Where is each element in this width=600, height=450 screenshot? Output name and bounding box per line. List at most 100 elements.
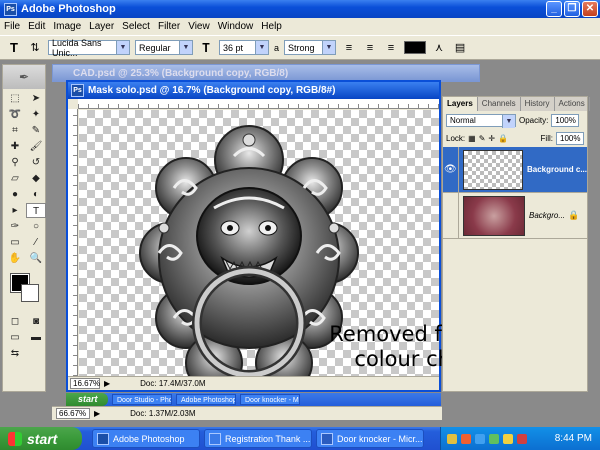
- restore-button[interactable]: ❐: [564, 1, 580, 17]
- align-left-icon[interactable]: ≡: [341, 40, 357, 56]
- nested-task-item[interactable]: Door Studio - Pho...: [112, 394, 172, 405]
- shape-tool-icon[interactable]: ○: [26, 219, 46, 234]
- taskbar-item-door-knocker[interactable]: Door knocker - Micr...: [316, 429, 424, 448]
- tab-channels[interactable]: Channels: [478, 97, 521, 111]
- horizontal-ruler[interactable]: [78, 99, 439, 109]
- text-color-swatch[interactable]: [404, 41, 427, 54]
- move-tool-icon[interactable]: ➤: [26, 91, 46, 106]
- chevron-down-icon: ▼: [255, 41, 268, 54]
- tray-icon[interactable]: [489, 433, 499, 444]
- eraser-tool-icon[interactable]: ▱: [5, 171, 25, 186]
- tray-icon[interactable]: [503, 433, 513, 444]
- status-arrow-icon[interactable]: ▶: [94, 409, 100, 418]
- tab-layers[interactable]: Layers: [443, 97, 478, 111]
- layer-row[interactable]: 👁 Background c...: [443, 146, 587, 193]
- type-tool-icon[interactable]: T: [26, 203, 46, 218]
- lock-image-icon[interactable]: ✎: [479, 134, 486, 143]
- standard-mode-icon[interactable]: ◻: [5, 314, 25, 329]
- history-brush-icon[interactable]: ↺: [26, 155, 46, 170]
- outer-zoom-field[interactable]: 66.67%: [56, 408, 90, 419]
- clone-stamp-icon[interactable]: ⚲: [5, 155, 25, 170]
- chevron-down-icon: ▼: [179, 41, 192, 54]
- menu-image[interactable]: Image: [53, 21, 81, 32]
- toolbox: ✒ ⬚ ➤ ➰ ✦ ⌗ ✎ ✚ 🖌 ⚲ ↺ ▱ ◆ ● ◐ ▸ T ✑ ○ ▭ …: [2, 64, 46, 392]
- clock[interactable]: 8:44 PM: [555, 433, 600, 444]
- eyedropper-icon[interactable]: ⁄: [26, 235, 46, 250]
- fill-field[interactable]: 100%: [556, 131, 584, 145]
- paint-bucket-icon[interactable]: ◆: [26, 171, 46, 186]
- tray-icon[interactable]: [447, 433, 457, 444]
- opacity-label: Opacity:: [519, 115, 549, 125]
- warp-text-icon[interactable]: ⋏: [431, 40, 447, 56]
- menu-edit[interactable]: Edit: [28, 21, 45, 32]
- layer-thumbnail: [463, 195, 525, 236]
- tab-history[interactable]: History: [521, 97, 555, 111]
- eye-icon[interactable]: 👁: [443, 146, 459, 193]
- opacity-value: 100%: [555, 115, 576, 125]
- menu-filter[interactable]: Filter: [158, 21, 180, 32]
- lock-transparent-icon[interactable]: ▦: [468, 134, 476, 143]
- quickmask-mode-icon[interactable]: ◙: [26, 314, 46, 329]
- menu-help[interactable]: Help: [261, 21, 282, 32]
- opacity-field[interactable]: 100%: [551, 113, 580, 127]
- font-size-select[interactable]: 36 pt ▼: [219, 40, 269, 55]
- document-titlebar[interactable]: Ps Mask solo.psd @ 16.7% (Background cop…: [68, 82, 439, 99]
- nested-start-button[interactable]: start: [66, 393, 108, 406]
- magic-wand-icon[interactable]: ✦: [26, 107, 46, 122]
- pen-tool-icon[interactable]: ✑: [5, 219, 25, 234]
- menu-view[interactable]: View: [188, 21, 210, 32]
- marquee-tool-icon[interactable]: ⬚: [5, 91, 25, 106]
- tab-actions[interactable]: Actions: [555, 97, 590, 111]
- blend-mode-select[interactable]: Normal ▼: [446, 113, 516, 128]
- palettes-toggle-icon[interactable]: ▤: [452, 40, 468, 56]
- menu-window[interactable]: Window: [218, 21, 254, 32]
- nested-task-item[interactable]: Adobe Photoshop: [176, 394, 236, 405]
- jump-to-imageready-icon[interactable]: ⇆: [5, 346, 25, 361]
- font-size-icon: 𝐓: [202, 40, 210, 55]
- orientation-toggle-icon[interactable]: ⇅: [27, 40, 43, 56]
- document-zoom-field[interactable]: 16.67%: [70, 378, 100, 389]
- dodge-tool-icon[interactable]: ◐: [26, 187, 46, 202]
- layer-row[interactable]: Backgro... 🔒: [443, 192, 587, 239]
- align-right-icon[interactable]: ≡: [383, 40, 399, 56]
- taskbar-item-registration[interactable]: Registration Thank ...: [204, 429, 312, 448]
- zoom-tool-icon[interactable]: 🔍: [26, 251, 46, 266]
- lasso-tool-icon[interactable]: ➰: [5, 107, 25, 122]
- crop-tool-icon[interactable]: ⌗: [5, 123, 25, 138]
- status-arrow-icon[interactable]: ▶: [104, 379, 110, 388]
- screen-mode-standard-icon[interactable]: ▭: [5, 330, 25, 345]
- nested-task-item[interactable]: Door knocker - Mic...: [240, 394, 300, 405]
- menu-layer[interactable]: Layer: [89, 21, 114, 32]
- outer-document-size: Doc: 1.37M/2.03M: [130, 409, 196, 418]
- background-color-swatch[interactable]: [21, 284, 39, 302]
- tray-icon[interactable]: [475, 433, 485, 444]
- start-button[interactable]: start: [0, 427, 82, 450]
- taskbar-item-photoshop[interactable]: Adobe Photoshop: [92, 429, 200, 448]
- tray-icon[interactable]: [461, 433, 471, 444]
- lock-position-icon[interactable]: ✛: [488, 134, 495, 143]
- text-tool-preset-icon[interactable]: T: [6, 40, 22, 56]
- font-family-select[interactable]: Lucida Sans Unic... ▼: [48, 38, 130, 58]
- title-bar: Ps Adobe Photoshop _ ❐ ✕: [0, 0, 600, 18]
- layer-thumbnail: [462, 149, 523, 190]
- tray-icon[interactable]: [517, 433, 527, 444]
- close-button[interactable]: ✕: [582, 1, 598, 17]
- blur-tool-icon[interactable]: ●: [5, 187, 25, 202]
- antialias-select[interactable]: Strong ▼: [284, 40, 337, 55]
- feather-icon[interactable]: ✒: [3, 65, 45, 89]
- font-style-select[interactable]: Regular ▼: [135, 40, 193, 55]
- minimize-button[interactable]: _: [546, 1, 562, 17]
- brush-tool-icon[interactable]: 🖌: [26, 139, 46, 154]
- menu-file[interactable]: File: [4, 21, 20, 32]
- notes-tool-icon[interactable]: ▭: [5, 235, 25, 250]
- lock-all-icon[interactable]: 🔒: [498, 134, 508, 143]
- healing-brush-icon[interactable]: ✚: [5, 139, 25, 154]
- align-center-icon[interactable]: ≡: [362, 40, 378, 56]
- menu-select[interactable]: Select: [122, 21, 150, 32]
- eye-hidden-icon[interactable]: [443, 192, 459, 239]
- screen-mode-full-icon[interactable]: ▬: [26, 330, 46, 345]
- path-select-icon[interactable]: ▸: [5, 203, 25, 218]
- hand-tool-icon[interactable]: ✋: [5, 251, 25, 266]
- slice-tool-icon[interactable]: ✎: [26, 123, 46, 138]
- vertical-ruler[interactable]: [68, 109, 78, 376]
